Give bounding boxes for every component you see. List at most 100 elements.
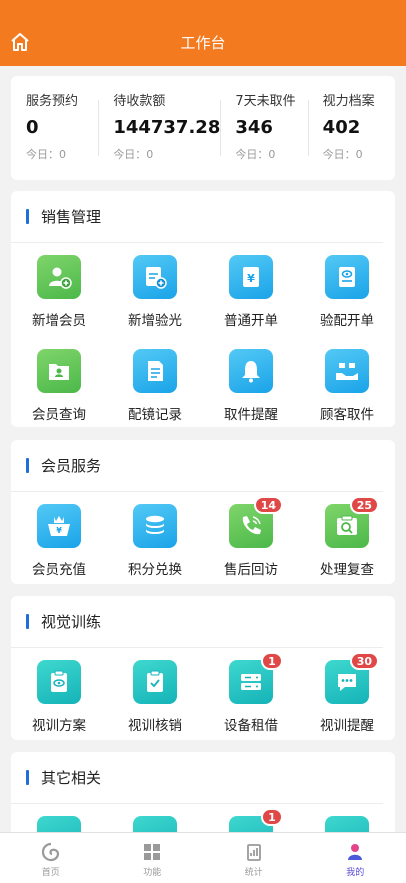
tile-label: 配镜记录 (128, 407, 182, 423)
tile-label: 售后回访 (224, 562, 278, 578)
tile-label: 处理复查 (320, 562, 374, 578)
tile-label: 取件提醒 (224, 407, 278, 423)
tile-pickup-reminder[interactable]: 取件提醒 (203, 337, 299, 431)
notification-badge: 1 (261, 652, 283, 670)
section-member: 会员服务 ¥ 会员充值 积分兑换 14 售后回访 25 处理复查 (11, 440, 395, 584)
stat-today: 今日：0 (322, 148, 363, 161)
tile-label: 新增会员 (32, 313, 86, 329)
tile-customer-pickup[interactable]: 顾客取件 (299, 337, 395, 431)
profile-tab-icon (348, 844, 363, 860)
stat-pending-payment[interactable]: 待收款额 144737.28 今日：0 (98, 76, 220, 180)
section-sales: 销售管理 新增会员 新增验光 ¥ 普通开单 验配开单 会员查询 配镜记录 取件提… (11, 191, 395, 427)
notification-badge: 14 (253, 496, 283, 514)
functions-tab-icon (144, 844, 161, 860)
tile-label: 视训提醒 (320, 718, 374, 734)
device-rental-icon: 1 (229, 652, 283, 704)
tile-member-recharge[interactable]: ¥ 会员充值 (11, 492, 107, 586)
stat-label: 服务预约 (26, 94, 79, 109)
tile-label: 设备租借 (224, 718, 278, 734)
tile-fitting-order[interactable]: 验配开单 (299, 243, 395, 337)
tile-label: 积分兑换 (128, 562, 182, 578)
tile-label: 新增验光 (128, 313, 182, 329)
stat-uncollected[interactable]: 7天未取件 346 今日：0 (220, 76, 307, 180)
tile-recheck[interactable]: 25 处理复查 (299, 492, 395, 586)
accent-bar (26, 209, 29, 224)
stat-label: 视力档案 (322, 94, 375, 109)
tile-training-reminder[interactable]: 30 视训提醒 (299, 648, 395, 742)
stat-today: 今日：0 (26, 148, 66, 161)
notification-badge: 30 (349, 652, 379, 670)
stat-value: 402 (322, 117, 361, 138)
tile-training-verify[interactable]: 视训核销 (107, 648, 203, 742)
accent-bar (26, 614, 29, 629)
tab-statistics[interactable]: 统计 (203, 833, 305, 883)
points-exchange-icon (133, 504, 177, 548)
tile-member-query[interactable]: 会员查询 (11, 337, 107, 431)
tile-glasses-record[interactable]: 配镜记录 (107, 337, 203, 431)
tab-label: 首页 (41, 868, 60, 878)
tile-label: 验配开单 (320, 313, 374, 329)
section-header: 会员服务 (11, 440, 383, 492)
tile-training-plan[interactable]: 视训方案 (11, 648, 107, 742)
notification-badge: 1 (261, 808, 283, 826)
fitting-order-icon (325, 255, 369, 299)
tile-add-member[interactable]: 新增会员 (11, 243, 107, 337)
tile-normal-order[interactable]: ¥ 普通开单 (203, 243, 299, 337)
tile-add-optometry[interactable]: 新增验光 (107, 243, 203, 337)
normal-order-icon: ¥ (229, 255, 273, 299)
tile-device-rental[interactable]: 1 设备租借 (203, 648, 299, 742)
tab-label: 我的 (346, 868, 365, 878)
section-title: 会员服务 (41, 457, 102, 475)
tab-functions[interactable]: 功能 (102, 833, 204, 883)
tile-label: 普通开单 (224, 313, 278, 329)
tile-points-exchange[interactable]: 积分兑换 (107, 492, 203, 586)
add-member-icon (37, 255, 81, 299)
bottom-tab-bar: 首页 功能 统计 我的 (0, 832, 406, 883)
tab-profile[interactable]: 我的 (305, 833, 406, 883)
home-icon[interactable] (10, 32, 30, 52)
svg-text:¥: ¥ (247, 272, 255, 285)
training-verify-icon (133, 660, 177, 704)
app-header: 工作台 (0, 0, 406, 66)
section-header: 其它相关 (11, 752, 383, 804)
tile-label: 视训方案 (32, 718, 86, 734)
member-recharge-icon: ¥ (37, 504, 81, 548)
aftersales-call-icon: 14 (229, 496, 283, 548)
stat-value: 144737.28 (113, 117, 221, 138)
tab-label: 统计 (244, 868, 263, 878)
training-plan-icon (37, 660, 81, 704)
section-title: 销售管理 (41, 208, 102, 226)
training-reminder-icon: 30 (325, 652, 379, 704)
stat-vision-records[interactable]: 视力档案 402 今日：0 (307, 76, 395, 180)
section-title: 其它相关 (41, 769, 102, 787)
svg-text:¥: ¥ (56, 526, 62, 535)
recheck-icon: 25 (325, 496, 379, 548)
tab-home[interactable]: 首页 (0, 833, 102, 883)
stat-today: 今日：0 (113, 148, 154, 161)
section-title: 视觉训练 (41, 613, 102, 631)
glasses-record-icon (133, 349, 177, 393)
stat-today: 今日：0 (235, 148, 276, 161)
accent-bar (26, 458, 29, 473)
stat-label: 7天未取件 (235, 94, 296, 109)
tile-label: 顾客取件 (320, 407, 374, 423)
section-vision: 视觉训练 视训方案 视训核销 1 设备租借 30 视训提醒 (11, 596, 395, 740)
stat-service-booking[interactable]: 服务预约 0 今日：0 (11, 76, 98, 180)
customer-pickup-icon (325, 349, 369, 393)
stat-value: 0 (26, 117, 39, 138)
accent-bar (26, 770, 29, 785)
tile-aftersales-call[interactable]: 14 售后回访 (203, 492, 299, 586)
tile-label: 视训核销 (128, 718, 182, 734)
tile-label: 会员充值 (32, 562, 86, 578)
stat-label: 待收款额 (113, 94, 166, 109)
notification-badge: 25 (349, 496, 379, 514)
member-query-icon (37, 349, 81, 393)
stats-panel: 服务预约 0 今日：0 待收款额 144737.28 今日：0 7天未取件 34… (11, 76, 395, 180)
tab-label: 功能 (143, 868, 162, 878)
pickup-reminder-icon (229, 349, 273, 393)
stat-value: 346 (235, 117, 273, 138)
section-header: 销售管理 (11, 191, 383, 243)
tile-label: 会员查询 (32, 407, 86, 423)
statistics-tab-icon (246, 844, 261, 861)
section-header: 视觉训练 (11, 596, 383, 648)
